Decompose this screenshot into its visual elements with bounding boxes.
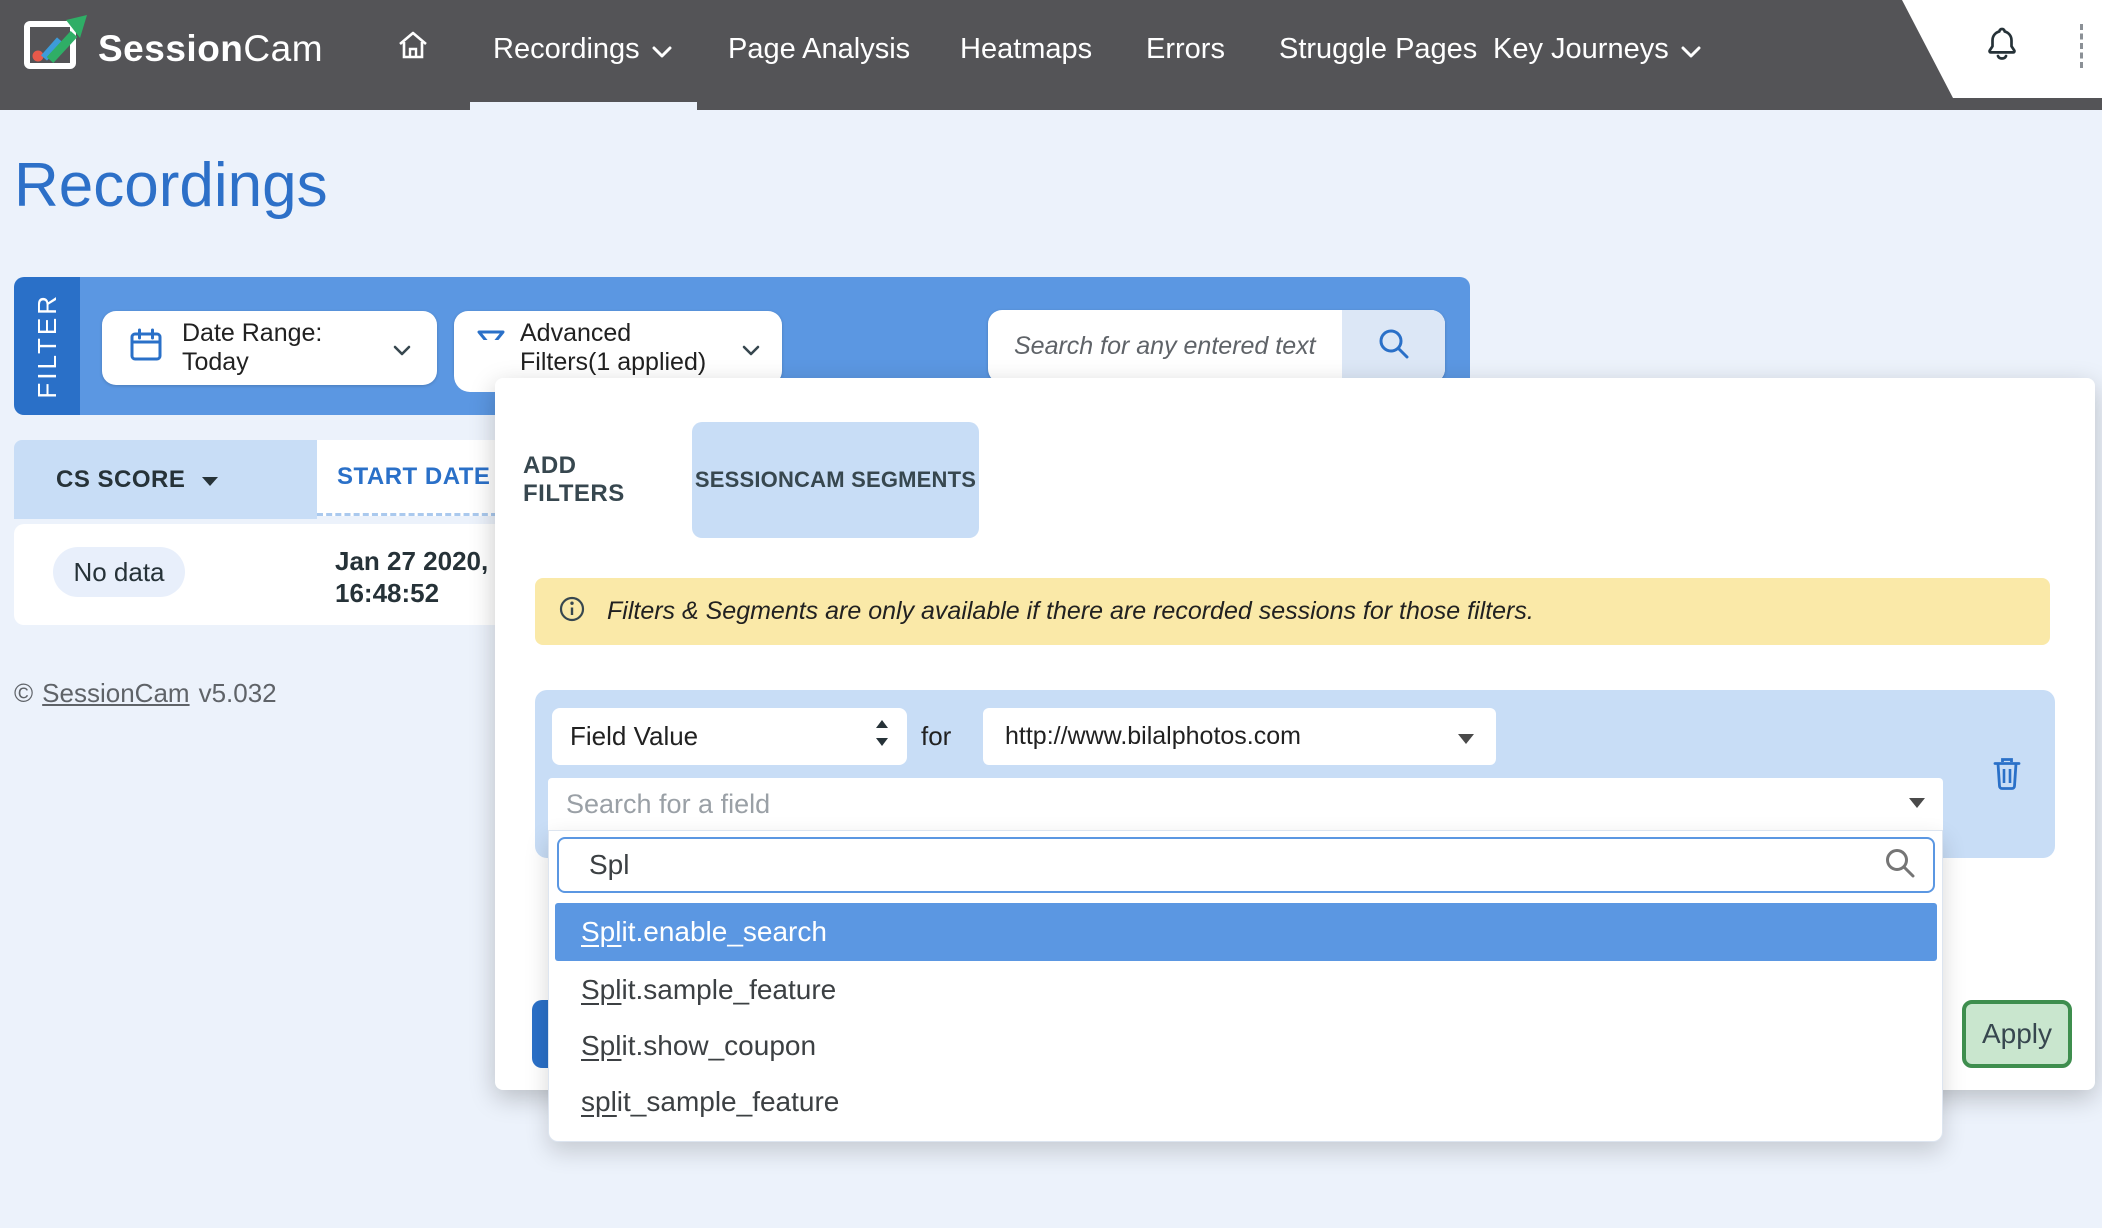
cs-score-badge: No data xyxy=(53,547,185,597)
kebab-menu-icon[interactable] xyxy=(2080,24,2083,68)
option-match-text: Spl xyxy=(581,974,621,1006)
date-range-button[interactable]: Date Range: Today xyxy=(102,311,437,385)
nav-item-label: Key Journeys xyxy=(1493,33,1669,66)
filter-side-tab-label: FILTER xyxy=(32,293,63,399)
sessioncam-footer-link[interactable]: SessionCam xyxy=(42,678,189,709)
nav-item-key-journeys[interactable]: Key Journeys xyxy=(1493,0,1701,98)
nav-item-errors[interactable]: Errors xyxy=(1146,0,1225,98)
option-match-text: Spl xyxy=(581,1030,621,1062)
notifications-bell-icon[interactable] xyxy=(1986,26,2018,67)
field-option[interactable]: Split.show_coupon xyxy=(555,1017,1937,1075)
nav-item-label: Struggle Pages xyxy=(1279,33,1477,66)
field-search-input[interactable] xyxy=(587,848,1883,882)
chevron-down-icon xyxy=(652,33,672,66)
tab-sessioncam-segments[interactable]: SESSIONCAM SEGMENTS xyxy=(692,422,979,538)
option-match-text: spl xyxy=(581,1086,617,1118)
version-number: v5.032 xyxy=(199,678,277,709)
site-select-value: http://www.bilalphotos.com xyxy=(1005,722,1301,751)
select-spinner-icon xyxy=(875,719,889,754)
start-date-line2: 16:48:52 xyxy=(335,577,488,609)
tab-label: ADD FILTERS xyxy=(523,452,673,508)
search-icon xyxy=(1883,846,1917,885)
field-type-value: Field Value xyxy=(570,721,698,752)
home-icon xyxy=(396,29,430,69)
field-option-selected[interactable]: Split.enable_search xyxy=(555,903,1937,961)
field-option[interactable]: Split.sample_feature xyxy=(555,961,1937,1019)
search-submit-button[interactable] xyxy=(1342,310,1445,383)
sessioncam-logo-icon[interactable] xyxy=(24,14,88,77)
tab-label: SESSIONCAM SEGMENTS xyxy=(695,467,976,493)
active-tab-indicator xyxy=(470,102,697,110)
text-search-input[interactable] xyxy=(1012,310,1342,383)
info-icon xyxy=(559,596,585,627)
connector-label: for xyxy=(921,708,951,765)
search-icon xyxy=(1376,326,1412,367)
field-options-popup: Split.enable_search Split.sample_feature… xyxy=(548,830,1943,1142)
column-header-label: START DATE xyxy=(337,463,490,491)
page-title: Recordings xyxy=(14,150,328,221)
date-range-label: Date Range: Today xyxy=(182,319,375,377)
calendar-icon xyxy=(128,327,164,370)
chevron-down-icon xyxy=(1681,33,1701,66)
filter-side-tab[interactable]: FILTER xyxy=(14,277,80,415)
brand-name-light: Cam xyxy=(243,28,323,70)
version-footer: © SessionCam v5.032 xyxy=(14,678,277,709)
nav-item-label: Page Analysis xyxy=(728,33,910,66)
field-type-select[interactable]: Field Value xyxy=(552,708,907,765)
chevron-down-icon xyxy=(393,334,411,363)
nav-item-recordings[interactable]: Recordings xyxy=(493,0,672,98)
nav-item-label: Heatmaps xyxy=(960,33,1092,66)
column-header-start-date[interactable]: START DATE xyxy=(317,440,497,516)
nav-item-label: Errors xyxy=(1146,33,1225,66)
brand-name[interactable]: SessionCam xyxy=(98,0,323,98)
field-search-box xyxy=(557,837,1935,893)
nav-item-page-analysis[interactable]: Page Analysis xyxy=(728,0,910,98)
tab-add-filters[interactable]: ADD FILTERS xyxy=(523,430,673,530)
advanced-filters-label: Advanced Filters(1 applied) xyxy=(520,319,728,377)
option-rest-text: it.sample_feature xyxy=(621,974,836,1006)
nav-item-label: Recordings xyxy=(493,33,640,66)
recordings-page: SessionCam Recordings Page Analysis Heat… xyxy=(0,0,2102,1228)
dropdown-arrow-icon xyxy=(1458,722,1474,751)
option-rest-text: it.show_coupon xyxy=(621,1030,816,1062)
brand-name-bold: Session xyxy=(98,28,243,70)
trash-icon[interactable] xyxy=(1992,757,2022,796)
column-header-label: CS SCORE xyxy=(56,466,185,494)
option-match-text: Spl xyxy=(581,916,621,948)
text-search-box xyxy=(988,310,1445,383)
sort-desc-icon xyxy=(201,466,219,494)
field-search-placeholder: Search for a field xyxy=(566,789,770,820)
chevron-down-icon xyxy=(742,334,760,363)
top-navbar: SessionCam Recordings Page Analysis Heat… xyxy=(0,0,2102,110)
nav-item-struggle-pages[interactable]: Struggle Pages xyxy=(1279,0,1477,98)
option-rest-text: it.enable_search xyxy=(621,916,826,948)
copyright-symbol: © xyxy=(14,678,33,709)
field-search-select[interactable]: Search for a field xyxy=(548,778,1943,830)
info-banner: Filters & Segments are only available if… xyxy=(535,578,2050,645)
field-option[interactable]: split_sample_feature xyxy=(555,1073,1937,1131)
apply-button[interactable]: Apply xyxy=(1962,1000,2072,1068)
start-date-value: Jan 27 2020, 16:48:52 xyxy=(335,545,488,609)
info-banner-text: Filters & Segments are only available if… xyxy=(607,597,1534,626)
start-date-line1: Jan 27 2020, xyxy=(335,545,488,577)
option-rest-text: it_sample_feature xyxy=(617,1086,840,1118)
column-header-cs-score[interactable]: CS SCORE xyxy=(14,440,317,519)
site-select[interactable]: http://www.bilalphotos.com xyxy=(983,708,1496,765)
dropdown-arrow-icon xyxy=(1909,795,1925,813)
nav-home-button[interactable] xyxy=(396,0,430,98)
nav-item-heatmaps[interactable]: Heatmaps xyxy=(960,0,1092,98)
